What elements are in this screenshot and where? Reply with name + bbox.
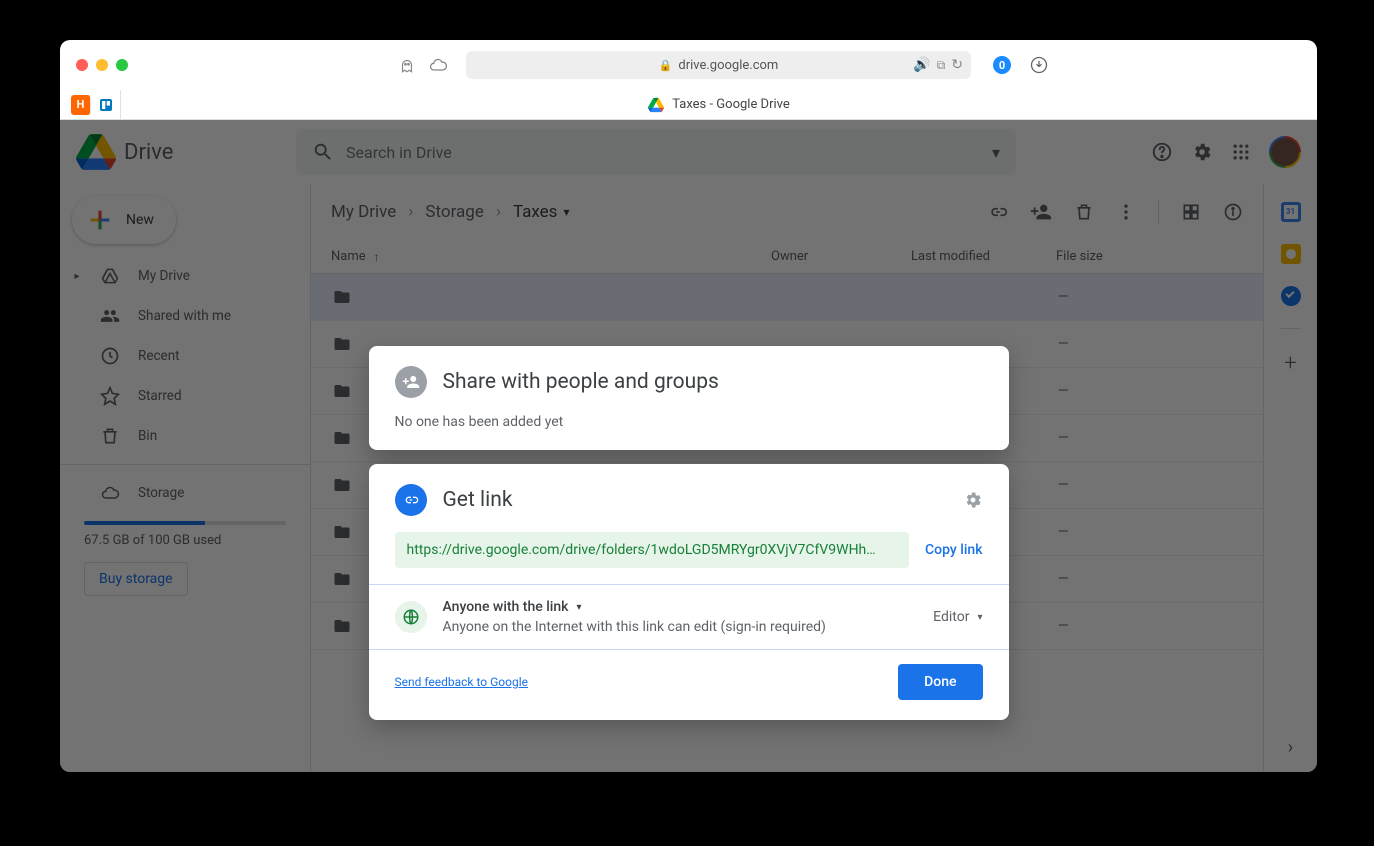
get-link-title: Get link <box>443 488 513 512</box>
get-link-card: Get link https://drive.google.com/drive/… <box>369 464 1009 720</box>
1password-icon[interactable]: 0 <box>993 56 1011 74</box>
ghost-extension-icon[interactable] <box>398 56 416 74</box>
share-dialogs: Share with people and groups No one has … <box>369 346 1009 734</box>
pinned-tab-2[interactable] <box>98 97 114 113</box>
close-window-button[interactable] <box>76 59 88 71</box>
access-type-button[interactable]: Anyone with the link▾ <box>443 599 826 615</box>
globe-icon <box>395 601 427 633</box>
share-people-card: Share with people and groups No one has … <box>369 346 1009 450</box>
tab-strip: H Taxes - Google Drive <box>60 90 1317 120</box>
feedback-link[interactable]: Send feedback to Google <box>395 675 529 689</box>
pip-icon[interactable]: ⧉ <box>937 58 946 73</box>
access-row: Anyone with the link▾ Anyone on the Inte… <box>369 585 1009 649</box>
window-controls <box>76 59 128 71</box>
browser-window: 🔒 drive.google.com 🔊 ⧉ ↻ 0 H Taxes - Goo… <box>60 40 1317 772</box>
lock-icon: 🔒 <box>659 59 673 72</box>
role-selector[interactable]: Editor▾ <box>933 609 982 625</box>
copy-link-button[interactable]: Copy link <box>925 542 982 558</box>
link-settings-icon[interactable] <box>963 490 983 510</box>
active-tab[interactable]: Taxes - Google Drive <box>121 97 1317 113</box>
minimize-window-button[interactable] <box>96 59 108 71</box>
tab-title-text: Taxes - Google Drive <box>672 97 790 112</box>
url-text: drive.google.com <box>678 58 778 73</box>
people-icon <box>395 366 427 398</box>
drive-favicon <box>648 97 664 113</box>
downloads-icon[interactable] <box>1029 55 1049 75</box>
url-bar[interactable]: 🔒 drive.google.com 🔊 ⧉ ↻ <box>466 51 971 79</box>
chevron-down-icon: ▾ <box>977 612 982 623</box>
share-subtitle: No one has been added yet <box>395 414 983 430</box>
reload-icon[interactable]: ↻ <box>951 57 963 73</box>
link-icon <box>395 484 427 516</box>
access-description: Anyone on the Internet with this link ca… <box>443 619 826 635</box>
maximize-window-button[interactable] <box>116 59 128 71</box>
done-button[interactable]: Done <box>898 664 982 700</box>
chevron-down-icon: ▾ <box>576 602 581 613</box>
sound-icon[interactable]: 🔊 <box>913 57 930 73</box>
drive-app: Drive ▾ New ▸ <box>60 120 1317 772</box>
share-link-field[interactable]: https://drive.google.com/drive/folders/1… <box>395 532 910 568</box>
cloud-icon[interactable] <box>428 55 448 75</box>
pinned-tab-1[interactable]: H <box>71 95 91 115</box>
browser-chrome: 🔒 drive.google.com 🔊 ⧉ ↻ 0 <box>60 40 1317 90</box>
share-title: Share with people and groups <box>443 370 719 394</box>
